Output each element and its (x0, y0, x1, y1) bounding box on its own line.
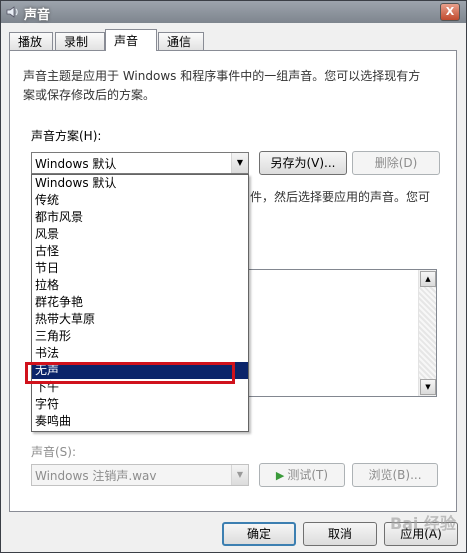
speaker-icon (6, 6, 18, 18)
sound-file-value: Windows 注销声.wav (35, 469, 157, 483)
play-icon: ▶ (275, 469, 285, 482)
scheme-label: 声音方案(H): (31, 129, 102, 143)
scheme-option[interactable]: 三角形 (32, 328, 248, 345)
tab-playback[interactable]: 播放 (9, 32, 53, 50)
scheme-combobox[interactable]: Windows 默认 ▼ (31, 152, 249, 174)
close-icon: X (445, 5, 455, 18)
scheme-option[interactable]: 群花争艳 (32, 294, 248, 311)
scheme-option[interactable]: Windows 默认 (32, 175, 248, 192)
events-description: 件，然后选择要应用的声音。您可 (250, 190, 431, 204)
scheme-option[interactable]: 传统 (32, 192, 248, 209)
vertical-scrollbar[interactable]: ▲ ▼ (418, 270, 436, 396)
tab-recording[interactable]: 录制 (55, 32, 105, 50)
scheme-dropdown-list: Windows 默认 传统 都市风景 风景 古怪 节日 拉格 群花争艳 热带大草… (31, 174, 249, 432)
scheme-value: Windows 默认 (35, 157, 117, 171)
scroll-down-icon[interactable]: ▼ (420, 379, 436, 395)
window-title: 声音 (24, 8, 51, 23)
scheme-option[interactable]: 古怪 (32, 243, 248, 260)
chevron-down-icon[interactable]: ▼ (231, 153, 248, 173)
test-button[interactable]: ▶ 测试(T) (259, 463, 345, 487)
scheme-option[interactable]: 拉格 (32, 277, 248, 294)
tab-communications[interactable]: 通信 (158, 32, 204, 50)
sound-label: 声音(S): (31, 445, 77, 459)
scheme-option[interactable]: 奏鸣曲 (32, 413, 248, 430)
test-label: 测试(T) (287, 468, 329, 482)
sound-dialog: 声音 X 播放 录制 声音 通信 声音主题是应用于 Windows 和程序事件中… (0, 0, 467, 553)
browse-button[interactable]: 浏览(B)... (352, 463, 438, 487)
annotation-highlight-box (25, 362, 235, 384)
scheme-option[interactable]: 节日 (32, 260, 248, 277)
description-line-1: 声音主题是应用于 Windows 和程序事件中的一组声音。您可以选择现有方 (23, 69, 421, 83)
cancel-button[interactable]: 取消 (303, 522, 377, 546)
close-button[interactable]: X (440, 3, 460, 21)
scheme-option[interactable]: 字符 (32, 396, 248, 413)
description-line-2: 案或保存修改后的方案。 (23, 88, 156, 102)
save-as-button[interactable]: 另存为(V)... (259, 151, 347, 175)
chevron-down-icon[interactable]: ▼ (231, 465, 248, 485)
delete-button[interactable]: 删除(D) (352, 151, 440, 175)
tab-sounds[interactable]: 声音 (105, 29, 157, 51)
watermark-logo: Bai 经验 (389, 514, 456, 533)
title-bar[interactable]: 声音 X (1, 1, 466, 23)
scheme-option[interactable]: 热带大草原 (32, 311, 248, 328)
sound-file-combobox[interactable]: Windows 注销声.wav ▼ (31, 464, 249, 486)
scroll-track[interactable] (419, 287, 436, 379)
scheme-option[interactable]: 书法 (32, 345, 248, 362)
scheme-option[interactable]: 都市风景 (32, 209, 248, 226)
scheme-option[interactable]: 风景 (32, 226, 248, 243)
scroll-up-icon[interactable]: ▲ (420, 271, 436, 287)
ok-button[interactable]: 确定 (222, 522, 296, 546)
